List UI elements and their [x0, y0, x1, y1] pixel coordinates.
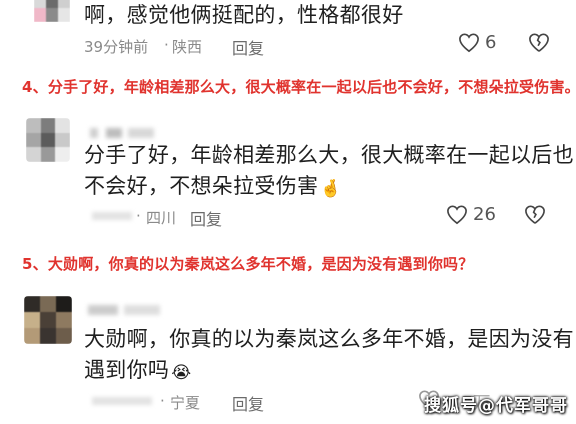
reply-button[interactable]: 回复 [232, 391, 264, 415]
dislike-button[interactable] [524, 205, 546, 225]
like-count: 26 [473, 204, 496, 225]
like-button[interactable] [446, 205, 468, 225]
heart-outline-icon [459, 33, 479, 53]
comment-location: 四川 [146, 209, 177, 227]
comment-text-line-2: 不会好，不想朵拉受伤害 🤞 [84, 171, 342, 204]
time-blurred [92, 212, 132, 220]
fingers-crossed-emoji: 🤞 [320, 179, 342, 199]
comment-location: 陕西 [172, 38, 203, 56]
comment-text-line-1: 分手了好，年龄相差那么大，很大概率在一起以后也 [84, 143, 574, 167]
comment-text-line-2: 遇到你吗 😭 [84, 355, 191, 388]
comment-location: 宁夏 [170, 394, 201, 412]
dislike-button[interactable] [528, 33, 550, 53]
comment-time: 39分钟前 [84, 38, 149, 56]
avatar[interactable] [26, 118, 70, 162]
avatar[interactable] [24, 296, 72, 344]
crying-emoji: 😭 [171, 363, 192, 383]
meta-separator: · [164, 36, 169, 54]
watermark: 搜狐号@代军哥哥 [424, 396, 568, 416]
comment-text: 啊，感觉他俩挺配的，性格都很好 [84, 3, 404, 27]
like-count: 6 [485, 32, 497, 53]
meta-separator: · [160, 392, 165, 410]
broken-heart-icon [529, 33, 549, 52]
section-heading-5: 5、大勋啊，你真的以为秦岚这么多年不婚，是因为没有遇到你吗？ [22, 255, 474, 273]
like-button[interactable] [458, 33, 480, 53]
comment-text-line-1: 大勋啊，你真的以为秦岚这么多年不婚，是因为没有 [84, 327, 574, 351]
meta-separator: · [136, 207, 141, 225]
section-heading-4: 4、分手了好，年龄相差那么大，很大概率在一起以后也不会好，不想朵拉受伤害。 [22, 78, 576, 96]
time-blurred [92, 397, 152, 405]
comment-text-line-2-text: 遇到你吗 [84, 358, 170, 382]
username-blurred[interactable] [88, 300, 168, 315]
avatar[interactable] [34, 0, 70, 22]
broken-heart-icon [525, 205, 545, 224]
comment-text-line-2-text: 不会好，不想朵拉受伤害 [84, 174, 319, 198]
reply-button[interactable]: 回复 [190, 206, 222, 230]
reply-button[interactable]: 回复 [232, 35, 264, 59]
heart-outline-icon [447, 205, 467, 225]
username-blurred[interactable] [90, 123, 162, 138]
